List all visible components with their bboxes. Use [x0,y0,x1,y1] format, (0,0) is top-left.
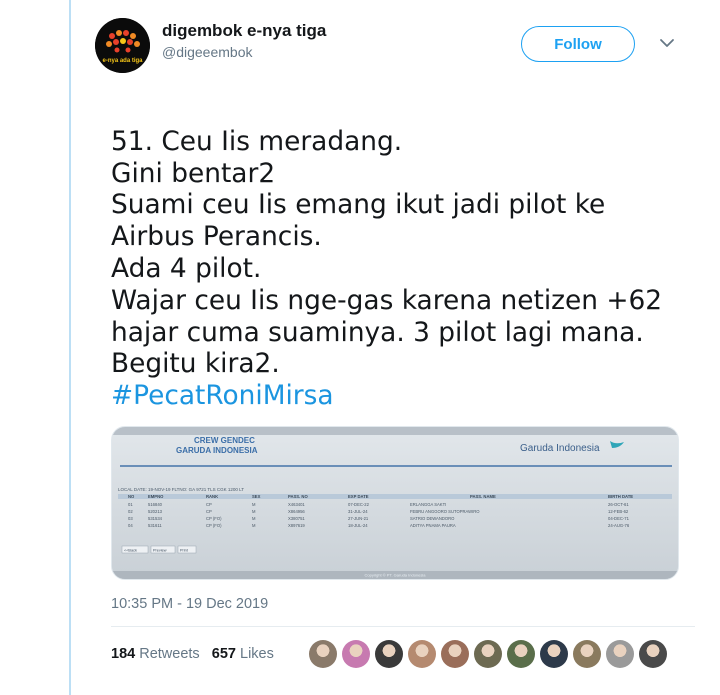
avatar-logo-icon: e-nya ada tiga [95,18,150,73]
tweet: e-nya ada tiga digembok e-nya tiga @dige… [95,0,695,695]
media-flight-info: LOCAL DATE: 19-NOV-19 FLTNO: GA 9721 TLS… [118,487,244,492]
media-table-cell: FEBRU ANGGORO SUTOPRAWIRO [410,509,480,514]
media-table-cell: CP [206,502,212,507]
col-no: NO [128,494,135,499]
media-table-cell: 03 [128,516,133,521]
media-table-cell: ADITYA PNAMA PAURA [410,523,456,528]
liker-avatar[interactable] [342,640,370,668]
media-copyright: Copyright © PT. Garuda Indonesia [365,573,427,578]
media-table-cell: 07-DEC-22 [348,502,370,507]
thread-connector-line [69,0,71,695]
media-table-cell: 26-OCT-61 [608,502,629,507]
tweet-timestamp[interactable]: 10:35 PM - 19 Dec 2019 [111,596,268,612]
retweets-label[interactable]: Retweets [139,646,199,662]
media-brand: Garuda Indonesia [520,443,600,454]
media-table-cell: 18-JUL-24 [348,523,368,528]
media-table-cell: 01 [128,502,133,507]
media-table-cell: 531611 [148,523,162,528]
media-table-cell: 27-JUN-21 [348,516,369,521]
media-table-cell: 24-AUG-76 [608,523,630,528]
tweet-stats: 184 Retweets 657 Likes [111,646,274,662]
media-table-cell: 04-DEC-71 [608,516,630,521]
liker-avatar[interactable] [309,640,337,668]
media-table-cell: X463401 [288,502,305,507]
media-back-button-label: <<Back [124,549,137,553]
media-table-cell: SATRIO DEWANDORO [410,516,455,521]
likes-label[interactable]: Likes [240,646,274,662]
col-pass-name: PASS. NAME [470,494,496,499]
media-preview-button-label: Preview [153,549,167,553]
tweet-header: e-nya ada tiga digembok e-nya tiga @dige… [95,18,695,78]
avatar[interactable]: e-nya ada tiga [95,18,150,73]
liker-avatar[interactable] [573,640,601,668]
tweet-line: 51. Ceu Iis meradang. [111,125,403,157]
tweet-line: Airbus Perancis. [111,221,322,253]
tweet-line: Begitu kira2. [111,348,280,380]
media-table-cell: ERLANGGA SAKTI [410,502,446,507]
tweet-line: Ada 4 pilot. [111,252,262,284]
media-table-cell: CP [206,509,212,514]
liker-avatar[interactable] [639,640,667,668]
media-table-cell: 531534 [148,516,163,521]
tweet-media-image[interactable]: CREW GENDEC GARUDA INDONESIA Garuda Indo… [111,426,679,580]
media-table-cell: X380751 [288,516,305,521]
likes-count[interactable]: 657 [212,646,236,662]
col-sex: SEX [252,494,261,499]
media-title-line2: GARUDA INDONESIA [176,446,258,455]
col-pass-no: PASS. NO [288,494,308,499]
avatar-caption: e-nya ada tiga [102,58,143,64]
media-table-cell: X897619 [288,523,305,528]
liker-avatar[interactable] [474,640,502,668]
author-handle[interactable]: @digeeembok [162,44,253,60]
tweet-line: Wajar ceu Iis nge-gas karena netizen +62 [111,284,663,316]
media-table-cell: 02 [128,509,133,514]
tweet-line: Gini bentar2 [111,157,276,189]
divider [111,626,695,627]
col-empno: EMPNO [148,494,164,499]
media-table-cell: M [252,516,256,521]
liker-avatar[interactable] [507,640,535,668]
media-table-cell: M [252,502,256,507]
media-table-cell: X864956 [288,509,305,514]
crew-gendec-photo: CREW GENDEC GARUDA INDONESIA Garuda Indo… [112,427,678,579]
tweet-line: hajar cuma suaminya. 3 pilot lagi mana. [111,316,644,348]
col-rank: RANK [206,494,218,499]
media-table-cell: 12-FEB-62 [608,509,629,514]
media-table-cell: 516840 [148,502,163,507]
liker-avatars [309,640,667,670]
media-title-line1: CREW GENDEC [194,436,255,445]
media-table-cell: M [252,509,256,514]
tweet-line: Suami ceu Iis emang ikut jadi pilot ke [111,189,606,221]
liker-avatar[interactable] [540,640,568,668]
follow-button[interactable]: Follow [521,26,635,62]
col-exp-date: EXP DATE [348,494,369,499]
liker-avatar[interactable] [441,640,469,668]
media-table-cell: 31-JUL-24 [348,509,368,514]
tweet-text: 51. Ceu Iis meradang. Gini bentar2 Suami… [111,94,691,444]
media-table-cell: M [252,523,256,528]
media-table-cell: CP (FO) [206,516,222,521]
media-table-cell: 04 [128,523,133,528]
author-display-name[interactable]: digembok e-nya tiga [162,21,326,41]
liker-avatar[interactable] [606,640,634,668]
chevron-down-icon[interactable] [657,33,677,53]
media-print-button-label: Print [180,549,189,553]
media-table-cell: CP (FO) [206,523,222,528]
hashtag-link[interactable]: #PecatRoniMirsa [111,380,691,412]
liker-avatar[interactable] [375,640,403,668]
retweets-count[interactable]: 184 [111,646,135,662]
media-table-cell: 520213 [148,509,163,514]
liker-avatar[interactable] [408,640,436,668]
col-birth-date: BIRTH DATE [608,494,633,499]
